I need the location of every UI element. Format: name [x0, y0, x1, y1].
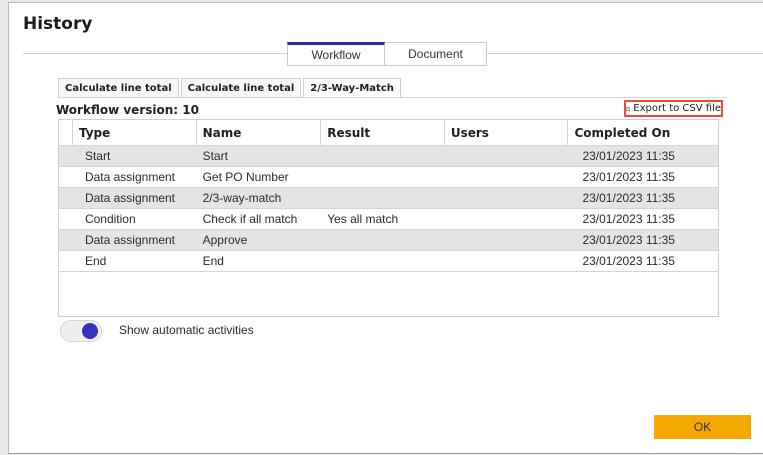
- cell-name: End: [202, 254, 224, 268]
- cell-type: Condition: [84, 212, 136, 226]
- subtab-2-3-way-match[interactable]: 2/3-Way-Match: [303, 78, 401, 97]
- grid-body: Start Start 23/01/2023 11:35 Data assign…: [59, 146, 718, 272]
- row-gutter: [59, 230, 73, 250]
- top-tabs: Workflow Document: [287, 42, 487, 66]
- cell-users: [445, 230, 569, 250]
- cell-completed-on: 23/01/2023 11:35: [582, 212, 675, 226]
- cell-users: [445, 188, 569, 208]
- subtab-divider: [58, 97, 727, 98]
- history-dialog: History Workflow Document Calculate line…: [8, 2, 763, 454]
- header-gutter: [59, 120, 73, 145]
- cell-result: Yes all match: [327, 212, 399, 226]
- cell-completed-on: 23/01/2023 11:35: [582, 149, 675, 163]
- export-csv-button[interactable]: Export to CSV file: [624, 100, 723, 117]
- cell-users: [445, 146, 569, 166]
- activities-grid: Type Name Result Users Completed On Star…: [58, 119, 719, 317]
- column-header-type[interactable]: Type: [73, 120, 197, 145]
- cell-name: Get PO Number: [202, 170, 289, 184]
- cell-name: Approve: [202, 233, 248, 247]
- row-gutter: [59, 146, 73, 166]
- table-row[interactable]: Start Start 23/01/2023 11:35: [59, 146, 718, 167]
- grid-header: Type Name Result Users Completed On: [59, 120, 718, 146]
- row-gutter: [59, 167, 73, 187]
- cell-type: Data assignment: [84, 233, 175, 247]
- toggle-knob: [82, 323, 98, 339]
- tab-workflow[interactable]: Workflow: [287, 42, 385, 66]
- cell-result: [321, 251, 445, 271]
- cell-completed-on: 23/01/2023 11:35: [582, 254, 675, 268]
- cell-name: 2/3-way-match: [202, 191, 282, 205]
- table-row[interactable]: End End 23/01/2023 11:35: [59, 251, 718, 272]
- cell-type: End: [84, 254, 107, 268]
- cell-users: [445, 167, 569, 187]
- export-label: Export to CSV file: [633, 103, 721, 114]
- dialog-title: History: [23, 14, 93, 34]
- cell-users: [445, 209, 569, 229]
- cell-completed-on: 23/01/2023 11:35: [582, 170, 675, 184]
- column-header-result[interactable]: Result: [321, 120, 445, 145]
- cell-result: [321, 230, 445, 250]
- subtab-calculate-line-total-1[interactable]: Calculate line total: [58, 78, 179, 97]
- cell-type: Start: [84, 149, 111, 163]
- cell-name: Start: [202, 149, 228, 163]
- column-header-users[interactable]: Users: [445, 120, 569, 145]
- table-row[interactable]: Data assignment 2/3-way-match 23/01/2023…: [59, 188, 718, 209]
- column-header-name[interactable]: Name: [197, 120, 322, 145]
- cell-type: Data assignment: [84, 191, 175, 205]
- row-gutter: [59, 209, 73, 229]
- column-header-completed-on[interactable]: Completed On: [568, 120, 718, 145]
- cell-name: Check if all match: [202, 212, 298, 226]
- row-gutter: [59, 188, 73, 208]
- cell-users: [445, 251, 569, 271]
- ok-button[interactable]: OK: [654, 415, 751, 439]
- sub-tabs: Calculate line total Calculate line tota…: [58, 78, 403, 97]
- table-row[interactable]: Condition Check if all match Yes all mat…: [59, 209, 718, 230]
- export-icon: [626, 106, 631, 111]
- table-row[interactable]: Data assignment Approve 23/01/2023 11:35: [59, 230, 718, 251]
- subtab-calculate-line-total-2[interactable]: Calculate line total: [180, 78, 302, 97]
- show-automatic-activities-toggle[interactable]: [60, 320, 102, 342]
- cell-result: [321, 146, 445, 166]
- cell-result: [321, 188, 445, 208]
- cell-completed-on: 23/01/2023 11:35: [582, 233, 675, 247]
- table-row[interactable]: Data assignment Get PO Number 23/01/2023…: [59, 167, 718, 188]
- row-gutter: [59, 251, 73, 271]
- cell-result: [321, 167, 445, 187]
- tab-document[interactable]: Document: [385, 42, 487, 66]
- workflow-version: Workflow version: 10: [56, 103, 199, 117]
- toggle-label: Show automatic activities: [119, 323, 254, 337]
- cell-type: Data assignment: [84, 170, 175, 184]
- cell-completed-on: 23/01/2023 11:35: [582, 191, 675, 205]
